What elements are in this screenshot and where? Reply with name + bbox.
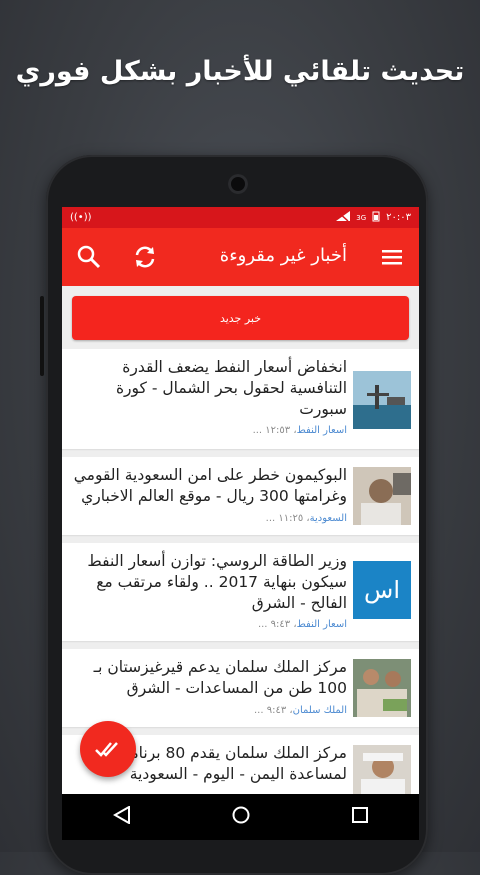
news-source: اسعار النفط [296,619,347,630]
news-meta: السعودية، ١١:٢٥ ... [265,513,347,524]
news-title: وزير الطاقة الروسي: توازن أسعار النفط سي… [87,552,347,612]
news-title: مركز الملك سلمان يدعم قيرغيزستان بـ 100 … [93,658,347,697]
news-thumbnail [353,467,411,525]
news-meta: الملك سلمان، ٩:٤٣ ... [254,705,347,716]
app-bar: أخبار غير مقروءة [62,228,419,286]
thumb-text: اس [364,576,400,604]
news-item[interactable]: البوكيمون خطر على امن السعودية القومي وغ… [62,457,419,535]
news-thumbnail [353,745,411,794]
phone-side-button [40,296,44,376]
news-thumbnail [353,371,411,429]
news-item[interactable]: انخفاض أسعار النفط يضعف القدرة التنافسية… [62,349,419,449]
news-meta: اسعار النفط، ١٢:٥٣ ... [252,425,347,436]
mark-all-read-button[interactable] [80,721,136,777]
menu-icon[interactable] [377,242,407,272]
back-icon[interactable] [112,805,131,828]
news-source: الملك سلمان [292,705,347,716]
news-thumbnail [353,659,411,717]
news-title: البوكيمون خطر على امن السعودية القومي وغ… [73,466,347,505]
news-time: ٩:٤٣ [270,619,291,630]
status-bar: ((•)) 3G ٢٠:٠٣ [62,207,419,228]
recents-icon[interactable] [351,806,369,828]
news-source: اسعار النفط [296,425,347,436]
news-item[interactable]: اس وزير الطاقة الروسي: توازن أسعار النفط… [62,543,419,641]
app-title: أخبار غير مقروءة [219,245,347,266]
double-check-icon [95,742,118,757]
front-camera [228,174,248,194]
new-article-button[interactable]: خبر جديد [72,296,409,340]
battery-icon [372,211,380,225]
news-title: انخفاض أسعار النفط يضعف القدرة التنافسية… [115,358,347,418]
news-thumbnail: اس [353,561,411,619]
status-time: ٢٠:٠٣ [386,212,411,223]
network-type: 3G [356,213,367,222]
home-icon[interactable] [232,806,250,828]
system-nav-bar [62,794,419,840]
signal-icon [336,211,351,224]
news-item[interactable]: مركز الملك سلمان يدعم قيرغيزستان بـ 100 … [62,649,419,727]
news-time: ٩:٤٣ [266,705,287,716]
news-time: ١١:٢٥ [278,513,304,524]
news-time: ١٢:٥٣ [265,425,291,436]
news-meta: اسعار النفط، ٩:٤٣ ... [257,619,347,630]
promo-headline: تحديث تلقائي للأخبار بشكل فوري [15,56,465,87]
news-source: السعودية [309,513,347,524]
search-icon[interactable] [74,242,104,272]
app-screen: ((•)) 3G ٢٠:٠٣ أخبار غير مقروءة خبر جديد [62,207,419,794]
refresh-icon[interactable] [130,242,160,272]
wifi-icon: ((•)) [70,212,92,223]
